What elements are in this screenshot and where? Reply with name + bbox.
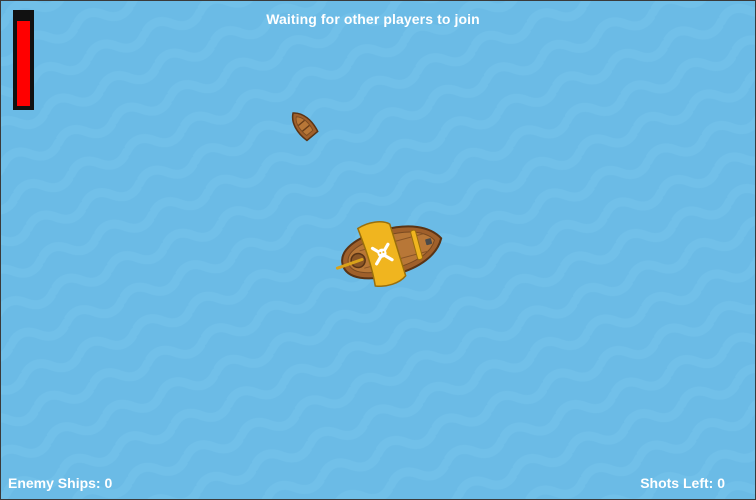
player-pirate-ship[interactable] (331, 213, 449, 291)
enemy-ships-value: 0 (104, 475, 113, 491)
shots-left-value: 0 (717, 475, 725, 491)
shots-left-label: Shots Left: (640, 475, 714, 491)
shots-left-counter: Shots Left: 0 (640, 475, 725, 491)
health-bar (13, 10, 34, 110)
health-bar-fill (17, 21, 30, 106)
enemy-rowboat[interactable] (283, 105, 325, 147)
game-canvas[interactable]: Waiting for other players to join Enemy … (0, 0, 756, 500)
enemy-ships-counter: Enemy Ships: 0 (8, 475, 112, 491)
status-message: Waiting for other players to join (266, 11, 480, 27)
enemy-ships-label: Enemy Ships: (8, 475, 101, 491)
